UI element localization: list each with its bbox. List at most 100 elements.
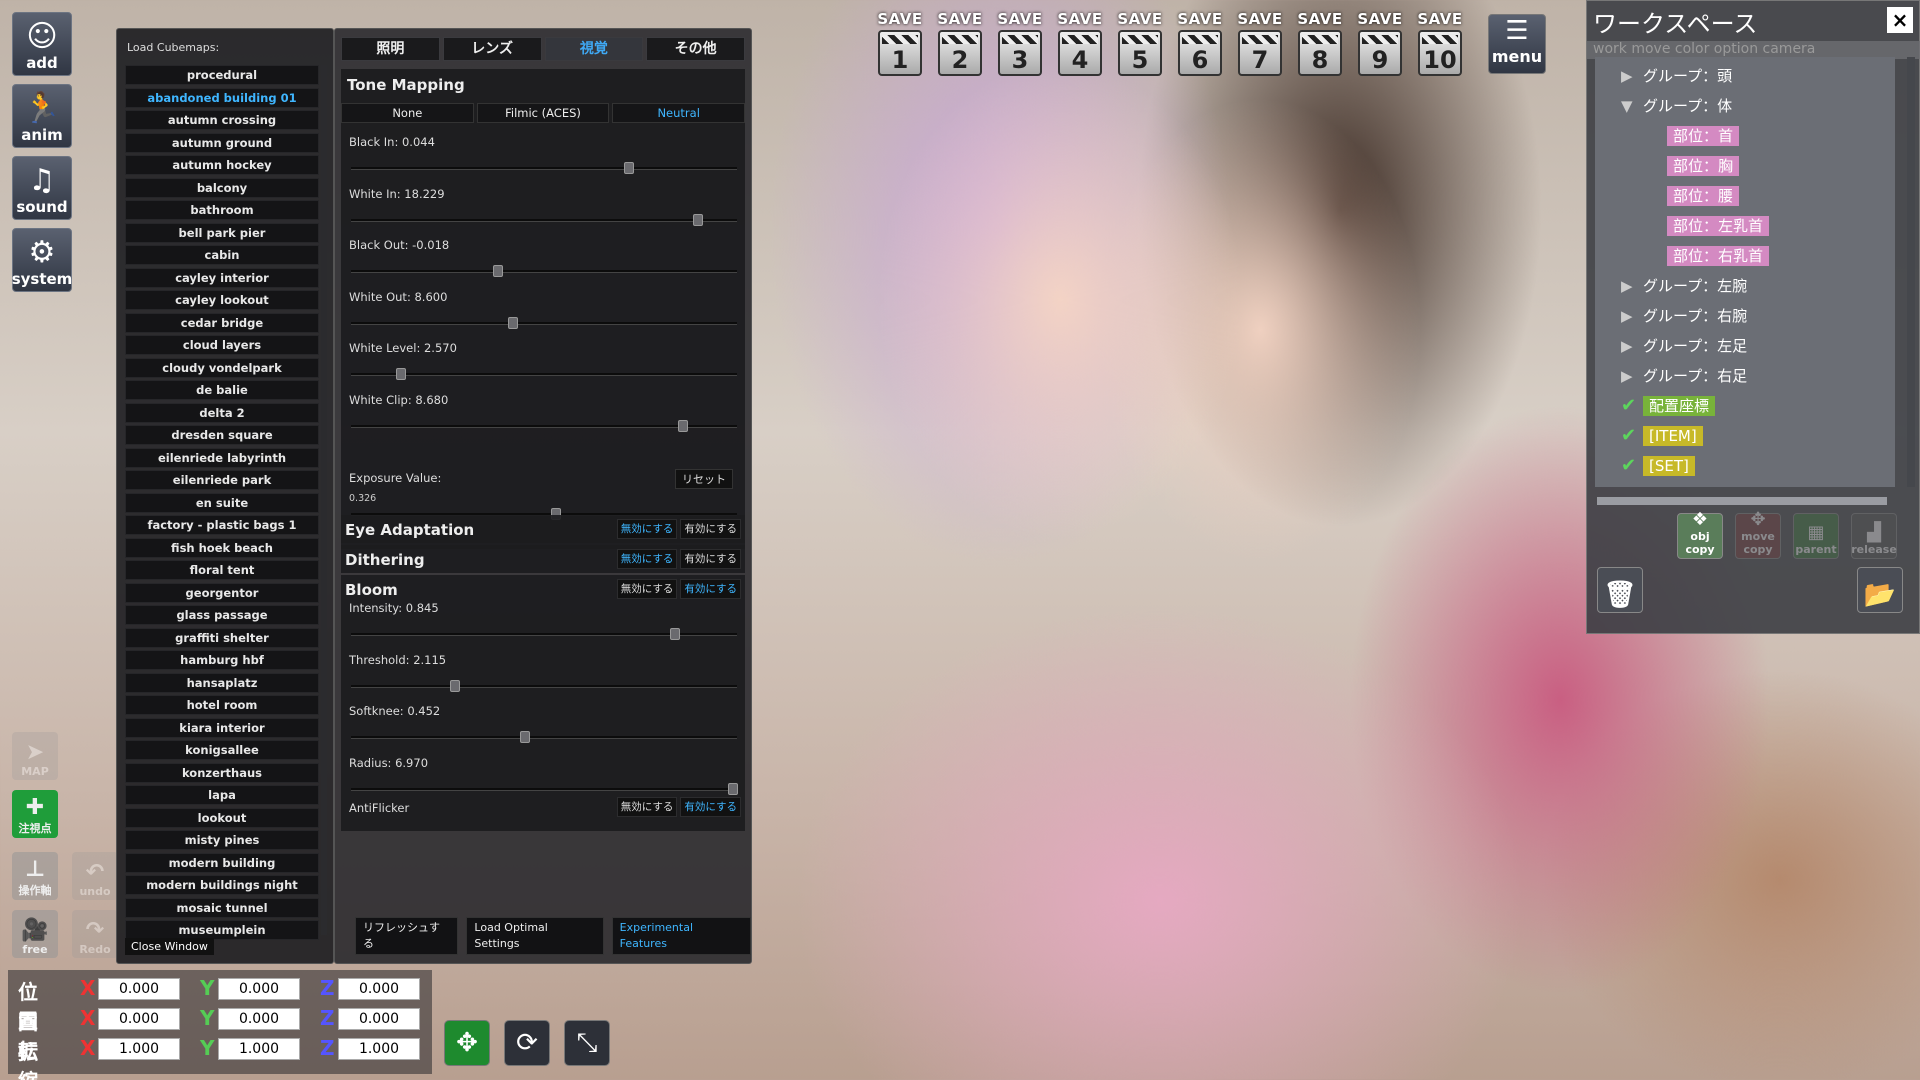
anim-button[interactable]: 🏃 anim	[12, 84, 72, 148]
cubemap-item[interactable]: glass passage	[125, 605, 319, 625]
obj-copy-button[interactable]: ❖ obj copy	[1677, 509, 1723, 559]
workspace-vscrollbar[interactable]	[1907, 57, 1915, 487]
tree-row[interactable]: ▶ グループ：左足	[1621, 335, 1747, 359]
slider[interactable]: Softknee: 0.452	[349, 704, 739, 754]
workspace-hscrollbar[interactable]	[1597, 497, 1887, 505]
tone-mode-button[interactable]: Neutral	[612, 103, 746, 123]
slider-knob[interactable]	[450, 679, 461, 692]
dithering-on-button[interactable]: 有効にする	[680, 549, 741, 569]
slider[interactable]: Intensity: 0.845	[349, 601, 739, 651]
tree-row[interactable]: ▶ グループ：右腕	[1621, 305, 1747, 329]
workspace-close-button[interactable]: ×	[1887, 7, 1913, 33]
cubemap-item[interactable]: graffiti shelter	[125, 627, 319, 648]
tree-row[interactable]: ▶ グループ：頭	[1621, 65, 1732, 89]
checkmark-icon[interactable]: ✔	[1621, 425, 1643, 446]
tree-row[interactable]: 部位：首	[1667, 125, 1740, 149]
slider-knob[interactable]	[396, 368, 407, 380]
redo-button[interactable]: ↷ Redo	[72, 910, 118, 958]
bloom-off-button[interactable]: 無効にする	[616, 579, 678, 599]
slider-track[interactable]	[351, 373, 737, 376]
cubemap-item[interactable]: mosaic tunnel	[125, 897, 319, 918]
slider-knob[interactable]	[492, 265, 503, 277]
dithering-off-button[interactable]: 無効にする	[616, 549, 678, 569]
tree-row[interactable]: ✔ [SET]	[1621, 455, 1695, 479]
triangle-right-icon[interactable]: ▶	[1621, 67, 1643, 85]
open-folder-button[interactable]: 📂	[1857, 567, 1903, 613]
cubemap-item[interactable]: autumn hockey	[125, 155, 319, 175]
eye-adaptation-on-button[interactable]: 有効にする	[680, 519, 741, 539]
triangle-right-icon[interactable]: ▶	[1621, 367, 1643, 385]
checkmark-icon[interactable]: ✔	[1621, 395, 1643, 416]
cubemap-item[interactable]: konigsallee	[125, 740, 319, 760]
tree-row[interactable]: ▼ グループ：体	[1621, 95, 1732, 119]
transform-y-field[interactable]: 0.000	[218, 978, 300, 1000]
cubemap-item[interactable]: eilenriede park	[125, 470, 319, 490]
cubemap-item[interactable]: museumplein	[125, 920, 319, 940]
move-copy-button[interactable]: ✥ move copy	[1735, 509, 1781, 559]
slider[interactable]: Black In: 0.044	[349, 135, 739, 185]
cubemap-item[interactable]: modern building	[125, 852, 319, 873]
cubemap-item[interactable]: modern buildings night	[125, 875, 319, 895]
cubemap-item[interactable]: factory - plastic bags 1	[125, 515, 319, 535]
slider-track[interactable]	[351, 218, 737, 222]
tree-row[interactable]: 部位：右乳首	[1667, 245, 1770, 269]
experimental-features-button[interactable]: Experimental Features	[611, 917, 751, 955]
gaze-point-button[interactable]: ✚ 注視点	[12, 790, 58, 838]
cubemap-item[interactable]: lapa	[125, 785, 319, 805]
cubemap-item[interactable]: hansaplatz	[125, 672, 319, 693]
tree-row[interactable]: 部位：腰	[1667, 185, 1740, 209]
tree-row[interactable]: 部位：胸	[1667, 155, 1740, 179]
checkmark-icon[interactable]: ✔	[1621, 455, 1643, 476]
cubemap-item[interactable]: cedar bridge	[125, 312, 319, 333]
cubemap-item[interactable]: en suite	[125, 492, 319, 513]
tab-1[interactable]: レンズ	[442, 37, 542, 61]
slider-knob[interactable]	[508, 316, 519, 329]
cubemap-item[interactable]: floral tent	[125, 560, 319, 580]
slider-track[interactable]	[351, 167, 737, 170]
slider[interactable]: White Level: 2.570	[349, 341, 739, 391]
cubemap-item[interactable]: cayley lookout	[125, 290, 319, 310]
transform-x-field[interactable]: 0.000	[98, 978, 180, 1000]
slider-track[interactable]	[351, 736, 737, 739]
cubemap-item[interactable]: cayley interior	[125, 267, 319, 288]
cubemap-item[interactable]: autumn ground	[125, 132, 319, 153]
exposure-slider[interactable]: Exposure Value: 0.326 リセット	[349, 469, 739, 521]
slider-track[interactable]	[351, 684, 737, 688]
cubemap-item[interactable]: procedural	[125, 65, 319, 85]
cubemap-item[interactable]: balcony	[125, 177, 319, 198]
cubemap-item[interactable]: fish hoek beach	[125, 537, 319, 558]
bloom-on-button[interactable]: 有効にする	[680, 579, 741, 599]
refresh-button[interactable]: リフレッシュする	[355, 917, 459, 955]
save-slot-button[interactable]: SAVE 9	[1357, 10, 1403, 84]
slider-track[interactable]	[351, 787, 737, 791]
transform-z-field[interactable]: 0.000	[338, 1008, 420, 1030]
cubemap-item[interactable]: kiara interior	[125, 717, 319, 738]
rotate-gizmo-button[interactable]: ⟳	[504, 1020, 550, 1066]
cubemap-item[interactable]: delta 2	[125, 402, 319, 423]
slider-knob[interactable]	[519, 731, 530, 743]
save-slot-button[interactable]: SAVE 5	[1117, 10, 1163, 84]
free-camera-button[interactable]: 🎥 free	[12, 910, 58, 958]
sound-button[interactable]: ♫ sound	[12, 156, 72, 220]
tone-mode-button[interactable]: Filmic (ACES)	[476, 103, 610, 123]
tree-row[interactable]: ✔ [ITEM]	[1621, 425, 1703, 449]
save-slot-button[interactable]: SAVE 10	[1417, 10, 1463, 84]
load-optimal-settings-button[interactable]: Load Optimal Settings	[466, 917, 604, 955]
triangle-right-icon[interactable]: ▶	[1621, 307, 1643, 325]
save-slot-button[interactable]: SAVE 4	[1057, 10, 1103, 84]
tree-row[interactable]: 部位：左乳首	[1667, 215, 1770, 239]
move-gizmo-button[interactable]: ✥	[444, 1020, 490, 1066]
tab-3[interactable]: その他	[646, 37, 745, 61]
slider-knob[interactable]	[670, 628, 681, 640]
undo-button[interactable]: ↶ undo	[72, 852, 118, 900]
save-slot-button[interactable]: SAVE 6	[1177, 10, 1223, 84]
map-button[interactable]: ➤ MAP	[12, 732, 58, 780]
tab-2[interactable]: 視覚	[544, 37, 644, 61]
save-slot-button[interactable]: SAVE 1	[877, 10, 923, 84]
system-button[interactable]: ⚙ system	[12, 228, 72, 292]
triangle-right-icon[interactable]: ▶	[1621, 337, 1643, 355]
add-button[interactable]: ☺ add	[12, 12, 72, 76]
slider-track[interactable]	[351, 321, 737, 325]
cubemap-scrollbar[interactable]	[321, 65, 327, 935]
antiflicker-off-button[interactable]: 無効にする	[616, 797, 678, 817]
